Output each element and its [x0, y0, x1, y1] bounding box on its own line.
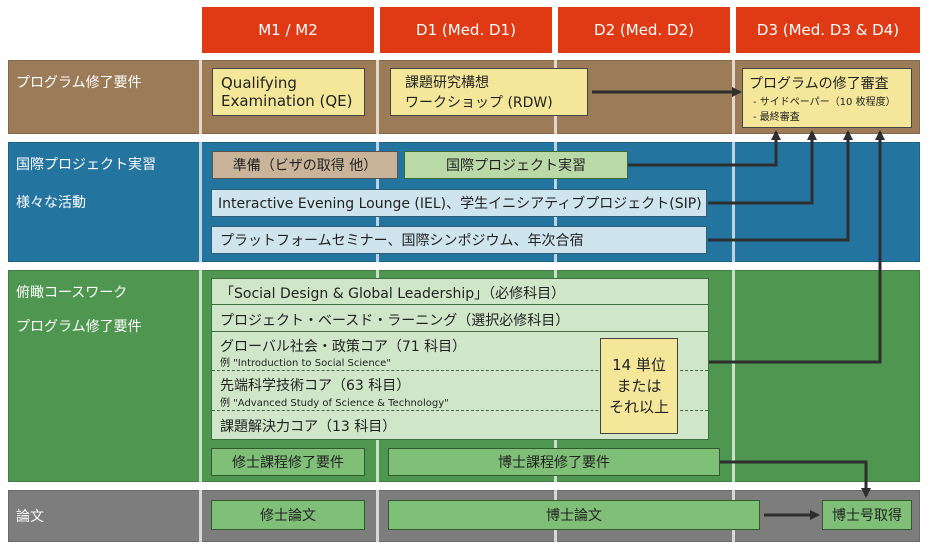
arrow-doctor-req-to-phd [720, 460, 871, 498]
flow-arrows [592, 87, 885, 520]
arrow-intl-to-final [628, 130, 781, 167]
arrow-iel-to-final [708, 130, 817, 205]
arrow-platform-to-final [708, 130, 853, 242]
